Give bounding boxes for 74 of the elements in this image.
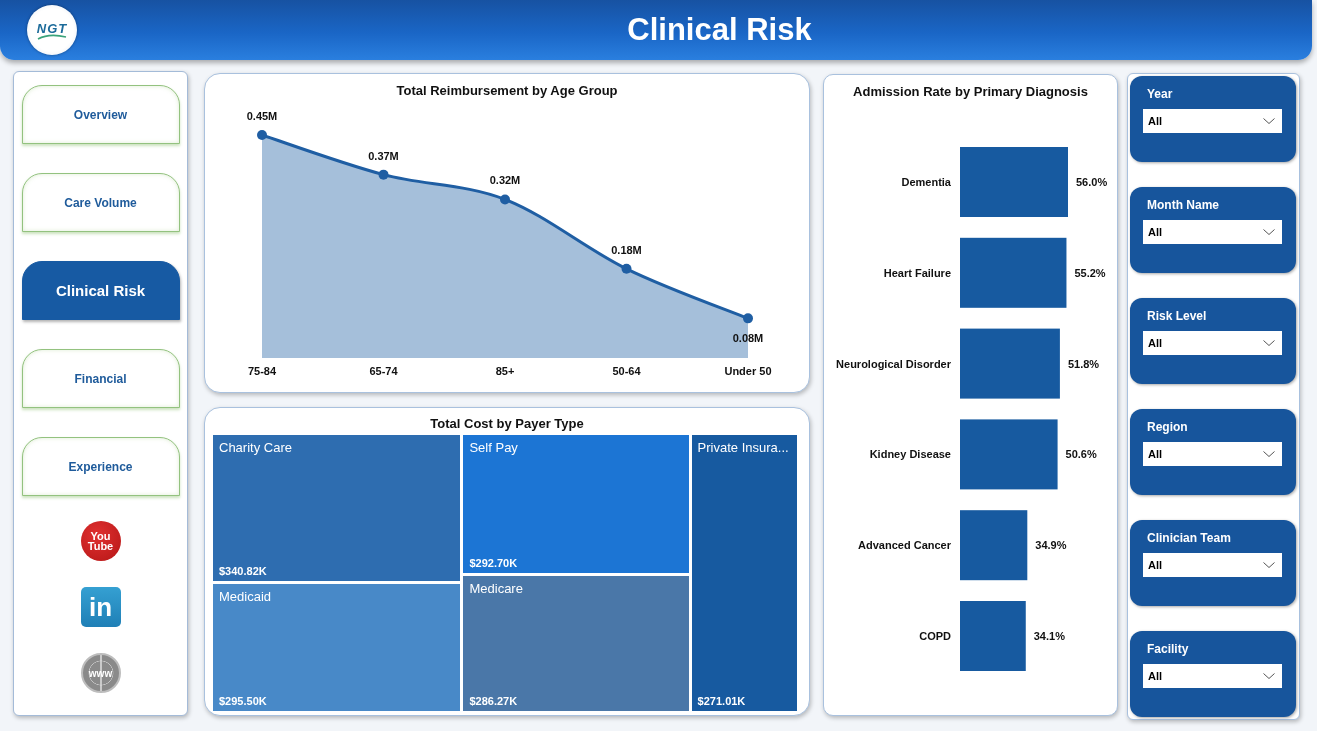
filter-label: Month Name xyxy=(1147,198,1219,212)
tile-label: Self Pay xyxy=(469,440,518,456)
tile-label: Charity Care xyxy=(219,440,292,456)
category-label: Neurological Disorder xyxy=(836,357,951,370)
data-label: 0.18M xyxy=(611,243,642,256)
filter-label: Year xyxy=(1147,87,1173,101)
chart-title: Total Cost by Payer Type xyxy=(430,416,584,431)
dropdown-field[interactable]: All xyxy=(1143,220,1282,244)
tile-label: Medicare xyxy=(469,580,523,597)
chart-title: Total Reimbursement by Age Group xyxy=(396,83,618,98)
tile-value: $286.27K xyxy=(469,695,518,708)
data-point xyxy=(378,169,389,180)
data-label: 0.32M xyxy=(489,174,521,187)
dropdown-field[interactable]: All xyxy=(1143,664,1282,688)
data-label: 0.08M xyxy=(732,332,764,345)
youtube-link[interactable]: You Tube xyxy=(80,521,121,561)
dropdown-field[interactable]: All xyxy=(1143,331,1282,355)
tile-value: $292.70K xyxy=(469,556,518,570)
data-label: 34.9% xyxy=(1035,539,1067,552)
axis-label: 75-84 xyxy=(247,365,277,377)
category-label: Advanced Cancer xyxy=(858,539,951,552)
nav-button[interactable]: Clinical Risk xyxy=(21,261,180,320)
data-label: 51.8% xyxy=(1067,357,1100,370)
filter-label: Region xyxy=(1147,420,1188,434)
axis-label: 50-64 xyxy=(612,365,641,377)
nav-button[interactable]: Financial xyxy=(21,349,180,408)
data-label: 56.0% xyxy=(1076,176,1108,188)
chevron-down-icon xyxy=(1263,340,1275,346)
data-point xyxy=(500,194,510,205)
category-label: Dementia xyxy=(901,176,951,188)
chart-title: Admission Rate by Primary Diagnosis xyxy=(853,84,1088,99)
treemap-tile[interactable]: Charity Care $340.82K xyxy=(213,435,461,581)
dropdown-field[interactable]: All xyxy=(1143,553,1282,577)
company-logo: NGT xyxy=(27,5,77,55)
chevron-down-icon xyxy=(1263,118,1275,124)
dropdown-field[interactable]: All xyxy=(1143,442,1282,466)
category-label: COPD xyxy=(919,630,951,642)
axis-label: 85+ xyxy=(495,365,515,377)
axis-label: Under 50 xyxy=(724,365,772,377)
treemap-tile[interactable]: Private Insura... $271.01K xyxy=(691,435,797,711)
treemap-tile[interactable]: Self Pay $292.70K xyxy=(463,435,689,573)
category-label: Kidney Disease xyxy=(869,448,951,461)
nav-button[interactable]: Overview xyxy=(21,85,180,144)
nav-button[interactable]: Care Volume xyxy=(21,173,180,232)
dropdown-field[interactable]: All xyxy=(1143,109,1282,133)
linkedin-link[interactable]: in xyxy=(80,587,121,627)
treemap-tile[interactable]: Medicaid $295.50K xyxy=(213,583,461,711)
tile-value: $295.50K xyxy=(219,695,267,708)
category-label: Heart Failure xyxy=(883,266,951,279)
filter-label: Risk Level xyxy=(1147,309,1207,323)
chevron-down-icon xyxy=(1263,451,1275,457)
data-label: 0.45M xyxy=(246,110,278,122)
tile-label: Medicaid xyxy=(219,588,272,605)
chevron-down-icon xyxy=(1263,673,1275,679)
data-point xyxy=(257,130,267,140)
tile-value: $271.01K xyxy=(697,695,746,708)
bar xyxy=(960,601,1026,671)
nav-button[interactable]: Experience xyxy=(21,437,180,496)
tile-value: $340.82K xyxy=(219,564,267,578)
filter-label: Clinician Team xyxy=(1147,531,1231,545)
data-label: 0.37M xyxy=(368,149,399,162)
data-label: 50.6% xyxy=(1065,448,1097,461)
filter-label: Facility xyxy=(1147,642,1189,656)
data-label: 55.2% xyxy=(1074,266,1106,279)
axis-label: 65-74 xyxy=(369,365,398,377)
data-label: 34.1% xyxy=(1033,630,1065,642)
treemap-tile[interactable]: Medicare $286.27K xyxy=(463,575,689,711)
page-title: Clinical Risk xyxy=(627,12,812,47)
data-point xyxy=(621,263,632,274)
bar xyxy=(960,510,1028,581)
tile-label: Private Insura... xyxy=(697,440,789,456)
chevron-down-icon xyxy=(1263,229,1275,235)
chevron-down-icon xyxy=(1263,562,1275,568)
data-point xyxy=(743,313,753,324)
